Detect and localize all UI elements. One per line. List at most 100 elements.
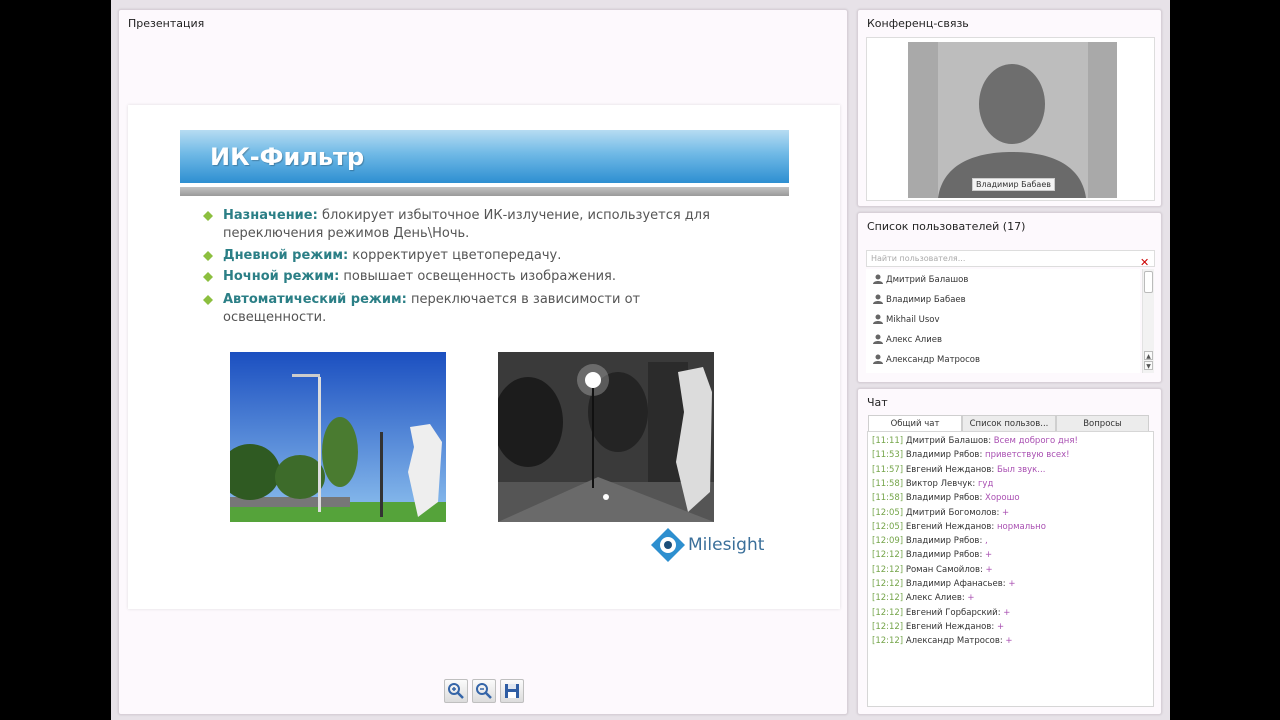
message-time: [12:12]	[872, 564, 904, 575]
user-list-item[interactable]: Алекс Алиев	[866, 329, 1140, 349]
close-icon: ✕	[1140, 256, 1150, 269]
bullet-text: корректирует цветопередачу.	[352, 248, 562, 263]
user-list-scrollbar[interactable]: ▲ ▼	[1142, 269, 1154, 373]
chat-message: [12:12] Алекс Алиев: +	[872, 593, 975, 603]
tab-questions[interactable]: Вопросы	[1056, 415, 1149, 432]
message-author: Владимир Рябов:	[905, 536, 983, 547]
message-text: +	[1008, 579, 1016, 589]
day-mode-photo	[230, 352, 446, 522]
message-time: [11:58]	[872, 478, 904, 489]
presentation-title: Презентация	[128, 17, 205, 30]
message-author: Владимир Рябов:	[905, 493, 983, 504]
diamond-bullet-icon	[203, 211, 213, 221]
slide-bullet: Назначение: блокирует избыточное ИК-излу…	[203, 207, 723, 243]
chat-message: [12:09] Владимир Рябов: ,	[872, 536, 988, 546]
webinar-app: Презентация ИК-Фильтр Назначение: блокир…	[111, 0, 1170, 720]
message-text: +	[1003, 607, 1011, 618]
message-text: +	[967, 593, 975, 604]
message-time: [12:12]	[872, 579, 904, 589]
user-icon	[873, 314, 883, 324]
message-text: нормально	[996, 521, 1046, 532]
zoom-in-button[interactable]	[444, 679, 468, 703]
chat-log: [11:11] Дмитрий Балашов: Всем доброго дн…	[867, 431, 1154, 707]
message-author: Евгений Горбарский:	[905, 607, 1001, 618]
slide-header-underline	[180, 187, 789, 196]
user-icon	[873, 354, 883, 364]
chat-message: [11:58] Виктор Левчук: гуд	[872, 479, 993, 489]
message-author: Евгений Нежданов:	[905, 464, 995, 475]
message-author: Евгений Нежданов:	[905, 521, 995, 532]
user-list-item[interactable]: Владимир Бабаев	[866, 289, 1140, 309]
message-text: Всем доброго дня!	[993, 436, 1078, 446]
chat-message: [11:53] Владимир Рябов: приветствую всех…	[872, 450, 1070, 460]
chat-message: [12:12] Александр Матросов: +	[872, 636, 1013, 646]
slide-bullet: Ночной режим: повышает освещенность изоб…	[203, 268, 723, 286]
bullet-term: Автоматический режим:	[223, 292, 407, 307]
zoom-in-icon	[448, 683, 464, 699]
bullet-text: повышает освещенность изображения.	[343, 269, 616, 284]
user-icon	[873, 274, 883, 284]
message-text: +	[1002, 507, 1010, 518]
message-time: [12:09]	[872, 536, 904, 547]
chat-message: [11:58] Владимир Рябов: Хорошо	[872, 493, 1020, 503]
speaker-video[interactable]: Владимир Бабаев	[908, 42, 1117, 198]
chat-message: [12:12] Владимир Афанасьев: +	[872, 579, 1015, 589]
user-name: Алекс Алиев	[886, 335, 942, 345]
message-time: [11:53]	[872, 450, 904, 461]
message-time: [12:12]	[872, 621, 904, 632]
search-clear-button[interactable]: ✕	[1140, 251, 1149, 270]
user-name: Владимир Бабаев	[886, 295, 966, 305]
scroll-down-button[interactable]: ▼	[1144, 361, 1153, 370]
user-list-item[interactable]: Mikhail Usov	[866, 309, 1140, 329]
tab-user-list[interactable]: Список пользов...	[962, 415, 1056, 432]
message-text: +	[996, 621, 1005, 632]
user-list-item[interactable]: Александр Матросов	[866, 349, 1140, 369]
message-time: [12:05]	[872, 507, 904, 518]
user-list-item[interactable]: Дмитрий Балашов	[866, 269, 1140, 289]
speaker-name-label: Владимир Бабаев	[972, 178, 1055, 191]
message-author: Владимир Афанасьев:	[905, 579, 1006, 589]
save-button[interactable]	[500, 679, 524, 703]
user-name: Александр Матросов	[886, 355, 980, 365]
user-search-input[interactable]: Найти пользователя...	[866, 250, 1155, 267]
diamond-bullet-icon	[203, 272, 213, 282]
message-author: Евгений Нежданов:	[905, 621, 995, 632]
message-text: гуд	[977, 478, 994, 489]
night-mode-photo	[498, 352, 714, 522]
chat-message: [11:11] Дмитрий Балашов: Всем доброго дн…	[872, 436, 1078, 446]
message-time: [11:58]	[872, 493, 904, 504]
chat-message: [11:57] Евгений Нежданов: Был звук...	[872, 465, 1045, 475]
message-author: Александр Матросов:	[905, 636, 1003, 647]
users-panel: Список пользователей (17) Найти пользова…	[857, 212, 1162, 383]
message-time: [12:12]	[872, 636, 904, 647]
message-author: Виктор Левчук:	[905, 478, 976, 489]
message-time: [11:11]	[872, 436, 904, 446]
scroll-up-button[interactable]: ▲	[1144, 351, 1153, 360]
message-text: +	[1005, 636, 1013, 647]
chat-message: [12:12] Роман Самойлов: +	[872, 565, 993, 575]
message-time: [12:12]	[872, 550, 904, 561]
message-text: Был звук...	[996, 464, 1046, 475]
message-text: ,	[985, 536, 988, 547]
chat-message: [12:12] Евгений Нежданов: +	[872, 622, 1004, 632]
logo-text: Milesight	[688, 535, 765, 555]
message-text: Хорошо	[985, 493, 1020, 504]
zoom-out-button[interactable]	[472, 679, 496, 703]
save-icon	[505, 684, 519, 698]
tab-general-chat[interactable]: Общий чат	[868, 415, 962, 432]
chat-panel: Чат Общий чат Список пользов... Вопросы …	[857, 388, 1162, 715]
conference-panel: Конференц-связь Владимир Бабаев	[857, 9, 1162, 207]
scrollbar-thumb[interactable]	[1144, 271, 1153, 293]
message-text: +	[985, 550, 993, 561]
user-icon	[873, 294, 883, 304]
chat-message: [12:05] Евгений Нежданов: нормально	[872, 522, 1046, 532]
zoom-out-icon	[476, 683, 492, 699]
message-text: +	[985, 564, 993, 575]
presentation-panel: Презентация ИК-Фильтр Назначение: блокир…	[118, 9, 848, 715]
message-text: приветствую всех!	[985, 450, 1070, 461]
milesight-eye-icon	[651, 528, 685, 562]
message-time: [12:12]	[872, 607, 904, 618]
chat-message: [12:12] Владимир Рябов: +	[872, 550, 992, 560]
user-list: Дмитрий Балашов Владимир Бабаев Mikhail …	[866, 269, 1140, 373]
message-author: Дмитрий Богомолов:	[905, 507, 1000, 518]
